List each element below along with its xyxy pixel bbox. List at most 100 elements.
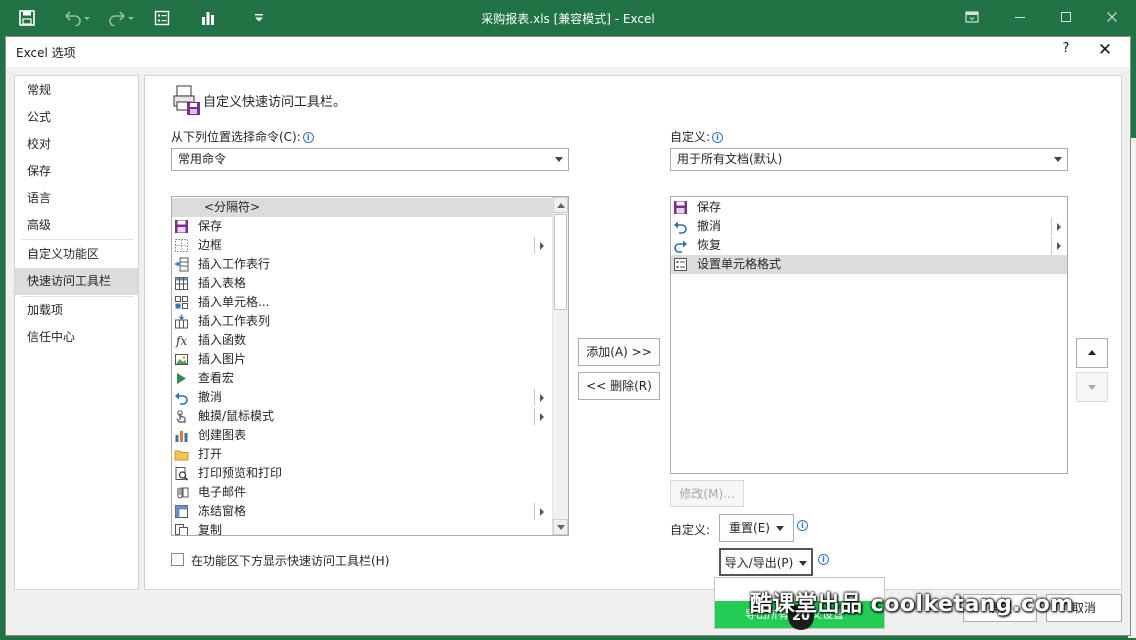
- import-export-button[interactable]: 导入/导出(P): [719, 548, 813, 576]
- command-item[interactable]: 打开: [172, 445, 552, 464]
- folder-icon: [174, 447, 189, 462]
- chevron-right-icon: [1057, 223, 1061, 231]
- nav-item-save[interactable]: 保存: [15, 158, 138, 185]
- command-item[interactable]: 触摸/鼠标模式: [172, 407, 552, 426]
- info-icon: i: [818, 554, 829, 565]
- insert-table-icon: [174, 276, 189, 291]
- undo-icon: [174, 390, 189, 405]
- commands-list-scrollbar[interactable]: [552, 197, 568, 535]
- command-item[interactable]: 创建图表: [172, 426, 552, 445]
- svg-text:fx: fx: [175, 334, 187, 348]
- chevron-right-icon: [540, 394, 544, 402]
- picture-icon: [174, 352, 189, 367]
- chevron-right-icon: [1057, 242, 1061, 250]
- undo-icon: [673, 219, 688, 234]
- nav-item-advanced[interactable]: 高级: [15, 212, 138, 239]
- reset-button[interactable]: 重置(E): [719, 514, 794, 542]
- show-below-ribbon-label: 在功能区下方显示快速访问工具栏(H): [191, 554, 390, 568]
- command-item[interactable]: 撤消: [172, 388, 552, 407]
- arrow-down-icon: [1088, 385, 1096, 390]
- command-item[interactable]: <分隔符>: [172, 198, 552, 217]
- qat-items-list[interactable]: 保存 撤消恢复设置单元格格式: [670, 196, 1068, 474]
- chevron-down-icon: [1054, 157, 1062, 162]
- submenu-divider: [534, 503, 535, 520]
- freeze-icon: [174, 504, 189, 519]
- nav-item-proofing[interactable]: 校对: [15, 131, 138, 158]
- save-icon: [673, 200, 688, 215]
- command-item[interactable]: 查看宏: [172, 369, 552, 388]
- chevron-down-icon: [555, 157, 563, 162]
- add-button[interactable]: 添加(A) >>: [578, 338, 660, 366]
- command-item[interactable]: 打印预览和打印: [172, 464, 552, 483]
- qat-item[interactable]: 设置单元格格式: [671, 255, 1067, 274]
- command-item[interactable]: 电子邮件: [172, 483, 552, 502]
- nav-item-add-ins[interactable]: 加载项: [15, 297, 138, 324]
- arrow-up-icon: [1088, 350, 1096, 355]
- customize-qat-scope-dropdown[interactable]: 用于所有文档(默认): [670, 148, 1068, 171]
- nav-divider: [21, 239, 133, 240]
- command-item[interactable]: 插入工作表行: [172, 255, 552, 274]
- command-item[interactable]: 插入单元格...: [172, 293, 552, 312]
- qat-item[interactable]: 撤消: [671, 217, 1067, 236]
- dialog-title: Excel 选项: [16, 46, 76, 60]
- section-heading: 自定义快速访问工具栏。: [203, 95, 347, 110]
- macro-icon: [174, 371, 189, 386]
- nav-item-language[interactable]: 语言: [15, 185, 138, 212]
- nav-item-general[interactable]: 常规: [15, 77, 138, 104]
- submenu-divider: [1051, 218, 1052, 235]
- qat-item-label: 恢复: [697, 238, 722, 252]
- chart-icon: [174, 428, 189, 443]
- reset-button-label: 重置(E): [729, 521, 770, 535]
- function-icon: fx: [174, 333, 189, 348]
- show-below-ribbon-checkbox[interactable]: [171, 553, 184, 566]
- chevron-down-icon: [775, 526, 784, 531]
- nav-item-quick-access-toolbar[interactable]: 快速访问工具栏: [15, 268, 138, 295]
- scroll-up-arrow[interactable]: [553, 197, 568, 213]
- submenu-divider: [534, 389, 535, 406]
- chevron-right-icon: [540, 242, 544, 250]
- remove-button[interactable]: << 删除(R): [578, 372, 660, 400]
- command-item-label: 电子邮件: [198, 485, 247, 499]
- window-close-icon[interactable]: [1092, 6, 1132, 28]
- title-bar: 采购报表.xls [兼容模式] - Excel: [0, 0, 1136, 36]
- submenu-divider: [1051, 237, 1052, 254]
- command-item[interactable]: 冻结窗格: [172, 502, 552, 521]
- move-down-button[interactable]: [1076, 372, 1108, 402]
- command-item-label: 创建图表: [198, 428, 247, 442]
- commands-list[interactable]: <分隔符> 保存 边框 插入工作表行 插入表格插入单元格... 插入工作表列 fx 插入函数插…: [171, 196, 569, 536]
- command-item[interactable]: 插入图片: [172, 350, 552, 369]
- scroll-thumb[interactable]: [554, 214, 567, 310]
- modify-button[interactable]: 修改(M)...: [670, 480, 744, 507]
- nav-item-formulas[interactable]: 公式: [15, 104, 138, 131]
- minimize-icon[interactable]: [1000, 6, 1040, 28]
- close-icon[interactable]: ✕: [1094, 40, 1116, 62]
- info-icon: i: [797, 520, 808, 531]
- command-item-label: 查看宏: [198, 371, 235, 385]
- format-cells-icon: [673, 257, 688, 272]
- ribbon-display-options-icon[interactable]: [952, 6, 992, 28]
- choose-commands-dropdown[interactable]: 常用命令: [171, 148, 569, 171]
- maximize-icon[interactable]: [1046, 6, 1086, 28]
- qat-item[interactable]: 保存: [671, 198, 1067, 217]
- chevron-right-icon: [540, 508, 544, 516]
- command-item[interactable]: 插入表格: [172, 274, 552, 293]
- submenu-divider: [534, 237, 535, 254]
- redo-icon: [673, 238, 688, 253]
- command-item-label: <分隔符>: [204, 200, 261, 214]
- options-nav: 常规 公式 校对 保存 语言 高级 自定义功能区 快速访问工具栏 加载项 信任中…: [14, 75, 139, 590]
- help-button[interactable]: ?: [1056, 41, 1076, 61]
- nav-item-trust-center[interactable]: 信任中心: [15, 324, 138, 351]
- command-item[interactable]: 边框: [172, 236, 552, 255]
- move-up-button[interactable]: [1076, 338, 1108, 368]
- touch-icon: [174, 409, 189, 424]
- command-item[interactable]: 插入工作表列: [172, 312, 552, 331]
- qat-item[interactable]: 恢复: [671, 236, 1067, 255]
- command-item[interactable]: 保存: [172, 217, 552, 236]
- command-item[interactable]: 复制: [172, 521, 552, 535]
- choose-commands-label: 从下列位置选择命令(C): i: [171, 128, 314, 145]
- insert-column-icon: [174, 314, 189, 329]
- scroll-down-arrow[interactable]: [553, 519, 568, 535]
- command-item[interactable]: fx 插入函数: [172, 331, 552, 350]
- nav-item-customize-ribbon[interactable]: 自定义功能区: [15, 241, 138, 268]
- command-item-label: 插入单元格...: [198, 295, 270, 309]
